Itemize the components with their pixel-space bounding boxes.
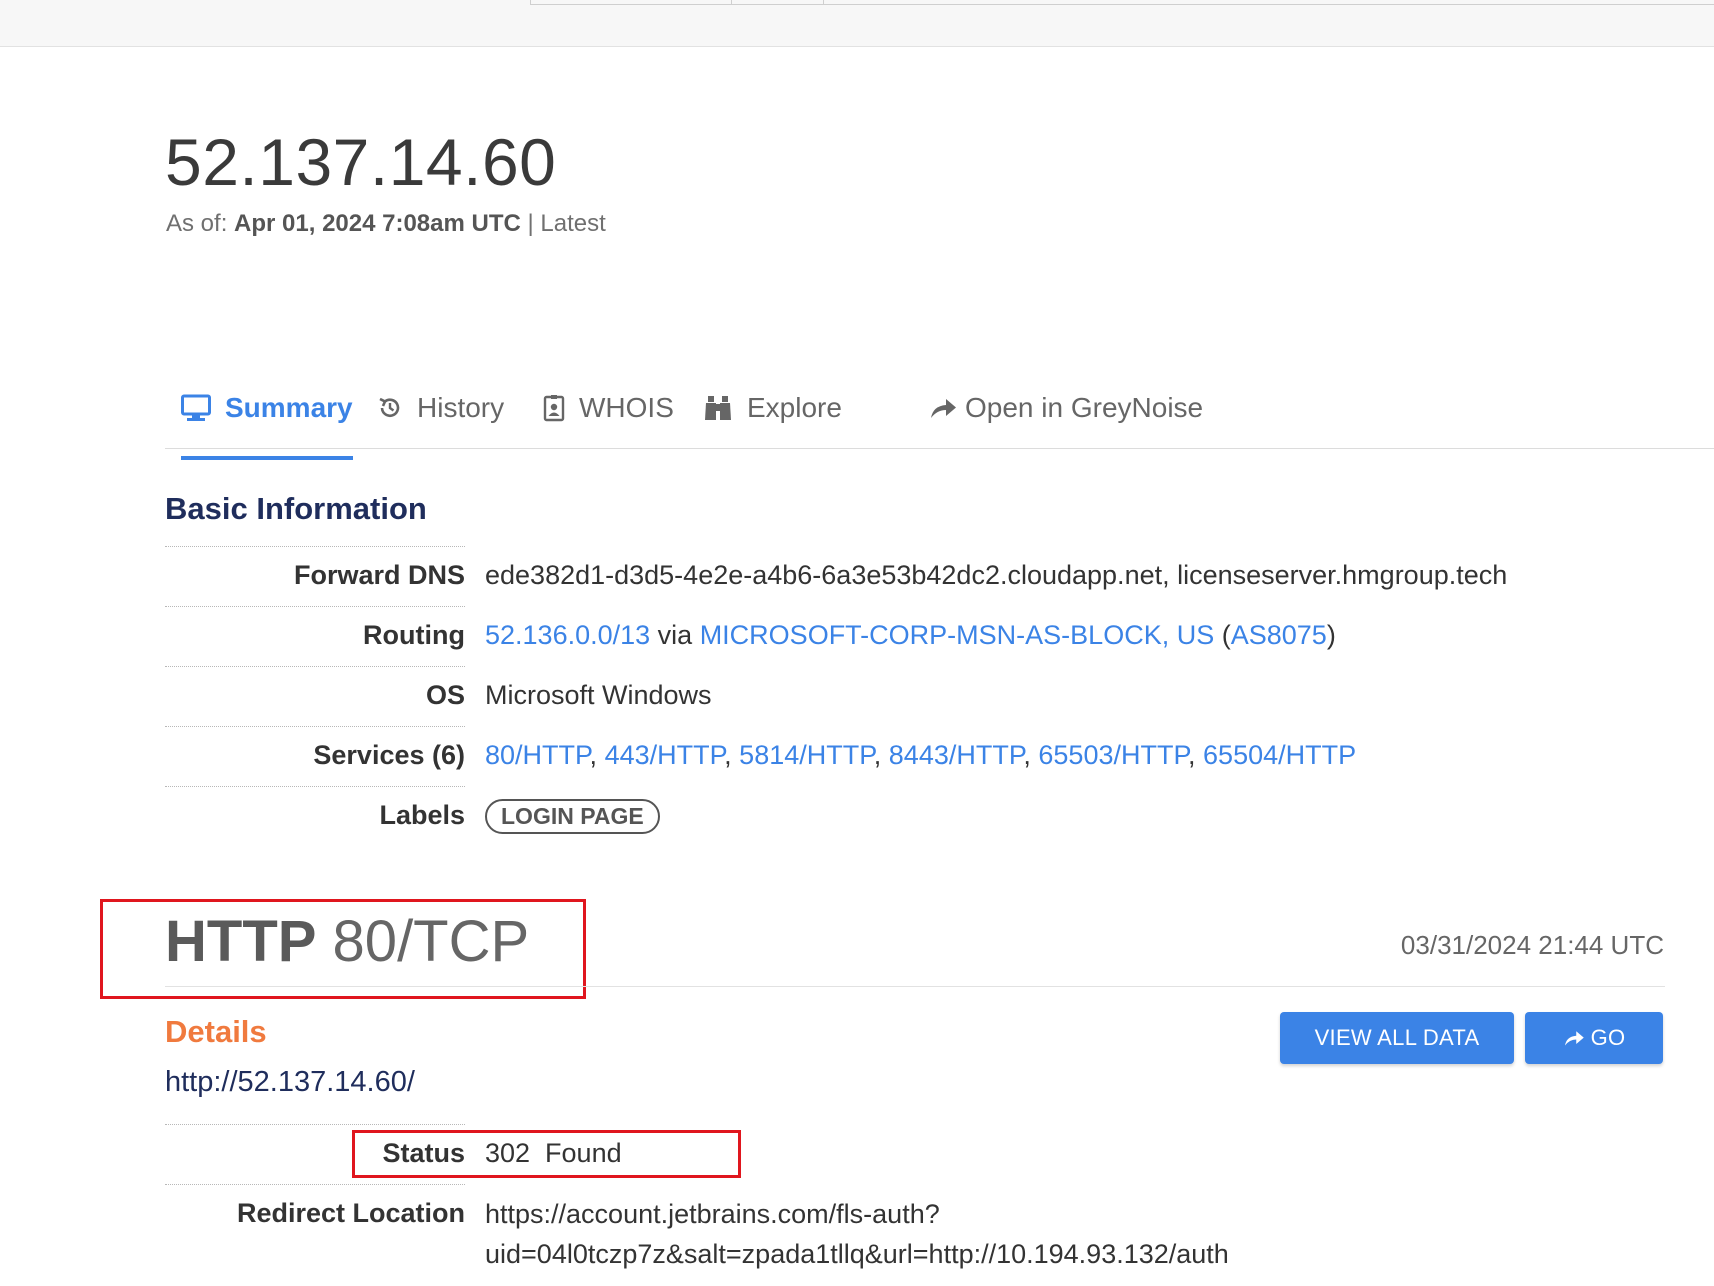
service-separator: , xyxy=(873,740,882,770)
routing-asn-link[interactable]: AS8075 xyxy=(1231,620,1327,650)
basic-information-heading: Basic Information xyxy=(165,491,427,526)
service-link-65503[interactable]: 65503/HTTP xyxy=(1038,740,1188,770)
routing-close-paren: ) xyxy=(1326,620,1336,650)
highlight-box-status xyxy=(352,1130,741,1178)
service-separator: , xyxy=(1188,740,1196,770)
os-row: OS Microsoft Windows xyxy=(165,666,1565,726)
forward-dns-value: ede382d1-d3d5-4e2e-a4b6-6a3e53b42dc2.clo… xyxy=(485,560,1508,590)
os-value: Microsoft Windows xyxy=(485,680,712,710)
redirect-url-line-1: https://account.jetbrains.com/fls-auth? xyxy=(485,1199,940,1229)
service-separator: , xyxy=(589,740,598,770)
as-of-line: As of: Apr 01, 2024 7:08am UTC | Latest xyxy=(166,210,606,238)
row-divider xyxy=(165,786,465,787)
go-button[interactable]: GO xyxy=(1525,1012,1663,1064)
services-value: 80/HTTP, 443/HTTP, 5814/HTTP, 8443/HTTP,… xyxy=(485,740,1356,771)
tab-whois[interactable]: WHOIS xyxy=(543,386,674,430)
service-link-5814[interactable]: 5814/HTTP xyxy=(739,740,874,770)
go-label: GO xyxy=(1590,1025,1626,1050)
http-timestamp: 03/31/2024 21:44 UTC xyxy=(1400,930,1664,960)
active-tab-indicator xyxy=(181,456,353,460)
redirect-location-value: https://account.jetbrains.com/fls-auth? … xyxy=(485,1194,1229,1274)
http-url-link[interactable]: http://52.137.14.60/ xyxy=(165,1066,415,1099)
browser-top-bar xyxy=(0,0,1714,47)
binoculars-icon xyxy=(703,394,733,422)
tab-bar: Summary History WHOIS Explore Open in Gr… xyxy=(165,366,1714,460)
tab-history[interactable]: History xyxy=(377,386,504,430)
row-divider xyxy=(165,726,465,727)
service-link-8443[interactable]: 8443/HTTP xyxy=(889,740,1024,770)
tab-whois-label: WHOIS xyxy=(579,392,674,423)
row-divider xyxy=(165,546,465,547)
row-divider xyxy=(165,1124,465,1125)
routing-label: Routing xyxy=(363,620,465,650)
share-arrow-icon xyxy=(929,396,957,420)
row-divider xyxy=(165,666,465,667)
tab-open-greynoise-label: Open in GreyNoise xyxy=(965,392,1204,423)
service-link-443[interactable]: 443/HTTP xyxy=(605,740,725,770)
as-of-prefix: As of: xyxy=(166,210,235,237)
labels-label: Labels xyxy=(379,800,465,830)
login-page-label-tag[interactable]: LOGIN PAGE xyxy=(485,799,660,834)
main-content: 52.137.14.60 As of: Apr 01, 2024 7:08am … xyxy=(0,46,1714,1286)
as-of-date: Apr 01, 2024 7:08am UTC xyxy=(234,210,521,237)
labels-value: LOGIN PAGE xyxy=(485,799,660,834)
routing-via-text: via xyxy=(650,620,700,650)
contact-card-icon xyxy=(543,394,565,422)
history-icon xyxy=(377,395,403,421)
http-divider xyxy=(165,986,1665,987)
tab-open-greynoise[interactable]: Open in GreyNoise xyxy=(929,386,1203,430)
page-title: 52.137.14.60 xyxy=(165,125,557,199)
as-of-suffix: | Latest xyxy=(520,210,606,237)
service-link-65504[interactable]: 65504/HTTP xyxy=(1203,740,1356,770)
service-separator: , xyxy=(1023,740,1031,770)
redirect-url-line-2: uid=04l0tczp7z&salt=zpada1tllq&url=http:… xyxy=(485,1239,1229,1269)
view-all-data-label: VIEW ALL DATA xyxy=(1314,1025,1480,1050)
browser-tab-strip xyxy=(530,0,1714,5)
monitor-icon xyxy=(181,394,211,422)
tab-history-label: History xyxy=(417,392,505,423)
routing-open-paren: ( xyxy=(1214,620,1231,650)
routing-prefix-link[interactable]: 52.136.0.0/13 xyxy=(485,620,650,650)
tab-separator xyxy=(731,0,732,4)
highlight-box-http xyxy=(100,899,586,999)
forward-dns-label: Forward DNS xyxy=(293,560,465,590)
view-all-data-button[interactable]: VIEW ALL DATA xyxy=(1280,1012,1514,1064)
routing-value: 52.136.0.0/13 via MICROSOFT-CORP-MSN-AS-… xyxy=(485,620,1336,651)
tab-explore-label: Explore xyxy=(747,392,842,423)
tab-summary-label: Summary xyxy=(225,392,353,423)
routing-row: Routing 52.136.0.0/13 via MICROSOFT-CORP… xyxy=(165,606,1565,666)
details-heading: Details xyxy=(165,1014,267,1049)
service-link-80[interactable]: 80/HTTP xyxy=(485,740,590,770)
services-label: Services (6) xyxy=(313,740,465,770)
forward-dns-row: Forward DNS ede382d1-d3d5-4e2e-a4b6-6a3e… xyxy=(165,546,1565,606)
tab-explore[interactable]: Explore xyxy=(703,386,842,430)
tab-separator xyxy=(823,0,824,4)
services-row: Services (6) 80/HTTP, 443/HTTP, 5814/HTT… xyxy=(165,726,1565,786)
row-divider xyxy=(165,606,465,607)
os-label: OS xyxy=(425,680,465,710)
row-divider xyxy=(165,1184,465,1185)
routing-as-name-link[interactable]: MICROSOFT-CORP-MSN-AS-BLOCK, US xyxy=(700,620,1215,650)
tab-summary[interactable]: Summary xyxy=(181,386,353,430)
labels-row: Labels LOGIN PAGE xyxy=(165,786,1565,846)
service-separator: , xyxy=(724,740,732,770)
redirect-location-row: Redirect Location https://account.jetbra… xyxy=(165,1184,1565,1284)
share-arrow-icon xyxy=(1563,1029,1585,1047)
redirect-location-label: Redirect Location xyxy=(236,1198,465,1228)
